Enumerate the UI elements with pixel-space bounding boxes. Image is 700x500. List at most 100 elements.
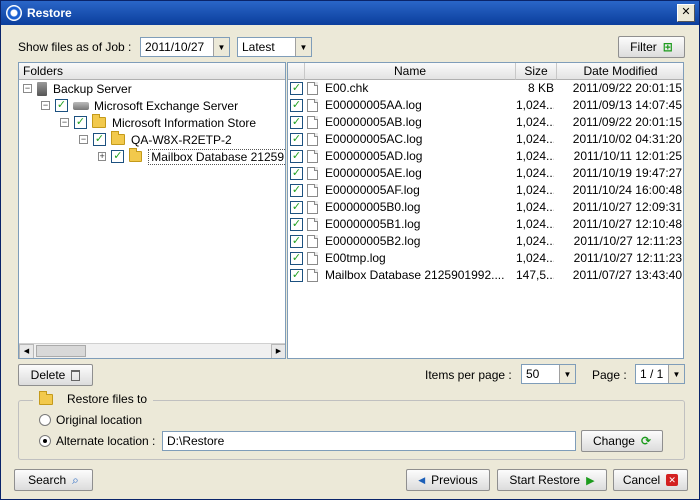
file-date: 2011/09/22 20:01:15	[572, 115, 682, 129]
collapse-icon[interactable]: −	[41, 101, 50, 110]
checkbox[interactable]: ✓	[74, 116, 87, 129]
job-date-select[interactable]: 2011/10/27 ▼	[140, 37, 230, 57]
add-icon: ⊞	[662, 40, 673, 54]
alternate-location-option[interactable]: Alternate location :	[39, 434, 155, 448]
file-name: E00.chk	[325, 81, 369, 95]
table-row[interactable]: ✓ E00000005AD.log 1,024... 2011/10/11 12:01…	[288, 148, 682, 165]
row-checkbox[interactable]: ✓	[290, 133, 308, 146]
checkbox[interactable]: ✓	[55, 99, 68, 112]
checkbox[interactable]: ✓	[93, 133, 106, 146]
table-row[interactable]: ✓ E00000005AE.log 1,024... 2011/10/19 19:47…	[288, 165, 682, 182]
page-label: Page :	[592, 368, 627, 382]
file-name: E00000005AA.log	[325, 98, 422, 112]
chevron-down-icon[interactable]: ▼	[559, 365, 575, 383]
row-checkbox[interactable]: ✓	[290, 184, 308, 197]
file-date: 2011/10/27 12:10:48	[572, 217, 682, 231]
table-row[interactable]: ✓ E00000005AA.log 1,024... 2011/09/13 14:07…	[288, 97, 682, 114]
file-size: 1,024...	[516, 149, 554, 163]
change-button[interactable]: Change ⟳	[581, 430, 663, 452]
table-row[interactable]: ✓ E00000005B0.log 1,024... 2011/10/27 12:09…	[288, 199, 682, 216]
file-date: 2011/10/27 12:11:23	[573, 251, 682, 265]
job-date-value: 2011/10/27	[145, 40, 205, 54]
collapse-icon[interactable]: −	[60, 118, 69, 127]
file-size: 1,024...	[516, 183, 554, 197]
row-checkbox[interactable]: ✓	[290, 116, 308, 129]
refresh-icon: ⟳	[640, 434, 652, 448]
original-location-label: Original location	[56, 413, 143, 427]
file-date: 2011/10/24 16:00:48	[572, 183, 682, 197]
file-icon	[307, 167, 318, 180]
alternate-location-radio[interactable]	[39, 435, 51, 447]
tree-node-label: Backup Server	[53, 81, 132, 96]
chevron-down-icon[interactable]: ▼	[213, 38, 229, 56]
tree-node-backup-server[interactable]: − Backup Server	[23, 80, 132, 97]
row-checkbox[interactable]: ✓	[290, 269, 308, 282]
scroll-right-icon[interactable]: ▶	[271, 344, 285, 358]
table-row[interactable]: ✓ E00000005AC.log 1,024... 2011/10/02 04:31…	[288, 131, 682, 148]
table-row[interactable]: ✓ E00tmp.log 1,024... 2011/10/27 12:11:23	[288, 250, 682, 267]
items-per-page-value: 50	[526, 367, 540, 381]
cancel-button[interactable]: Cancel ✕	[613, 469, 688, 491]
table-row[interactable]: ✓ E00000005AF.log 1,024... 2011/10/24 16:00…	[288, 182, 682, 199]
size-column-header[interactable]: Size	[516, 63, 557, 80]
checkbox[interactable]: ✓	[111, 150, 125, 163]
alternate-location-input[interactable]: D:\Restore	[162, 431, 576, 451]
row-checkbox[interactable]: ✓	[290, 218, 308, 231]
select-all-header[interactable]	[288, 63, 305, 80]
row-checkbox[interactable]: ✓	[290, 150, 308, 163]
start-restore-button[interactable]: Start Restore ▶	[497, 469, 607, 491]
file-name: E00000005AC.log	[325, 132, 423, 146]
tree-horizontal-scrollbar[interactable]: ◀ ▶	[19, 343, 285, 358]
collapse-icon[interactable]: −	[23, 84, 32, 93]
collapse-icon[interactable]: −	[79, 135, 88, 144]
original-location-option[interactable]: Original location	[39, 413, 142, 427]
tree-node-mailbox-database[interactable]: + ✓ Mailbox Database 21259	[98, 148, 285, 165]
delete-button[interactable]: Delete	[18, 364, 93, 386]
row-checkbox[interactable]: ✓	[290, 252, 308, 265]
folder-icon	[111, 131, 125, 145]
row-checkbox[interactable]: ✓	[290, 82, 308, 95]
scroll-left-icon[interactable]: ◀	[19, 344, 34, 358]
row-checkbox[interactable]: ✓	[290, 235, 308, 248]
version-select[interactable]: Latest ▼	[237, 37, 312, 57]
table-row[interactable]: ✓ E00000005B1.log 1,024... 2011/10/27 12:10…	[288, 216, 682, 233]
original-location-radio[interactable]	[39, 414, 51, 426]
table-row[interactable]: ✓ E00000005AB.log 1,024... 2011/09/22 20:01…	[288, 114, 682, 131]
file-icon	[307, 184, 318, 197]
items-per-page-select[interactable]: 50 ▼	[521, 364, 576, 384]
file-size: 1,024...	[516, 132, 554, 146]
row-checkbox[interactable]: ✓	[290, 167, 308, 180]
date-column-header[interactable]: Date Modified	[557, 63, 683, 80]
scroll-thumb[interactable]	[36, 345, 86, 357]
title-bar: Restore ✕	[1, 1, 699, 25]
cancel-button-label: Cancel	[622, 473, 661, 487]
tree-node-label: Microsoft Information Store	[112, 115, 257, 130]
previous-button-label: Previous	[431, 473, 478, 487]
table-row[interactable]: ✓ E00000005B2.log 1,024... 2011/10/27 12:11…	[288, 233, 682, 250]
previous-button[interactable]: ◀ Previous	[406, 469, 490, 491]
tree-node-exchange-server[interactable]: − ✓ Microsoft Exchange Server	[41, 97, 238, 114]
page-select[interactable]: 1 / 1 ▼	[635, 364, 685, 384]
chevron-down-icon[interactable]: ▼	[295, 38, 311, 56]
filter-button[interactable]: Filter ⊞	[618, 36, 685, 58]
row-checkbox[interactable]: ✓	[290, 201, 308, 214]
expand-icon[interactable]: +	[98, 152, 107, 161]
items-per-page-label: Items per page :	[425, 368, 512, 382]
name-column-header[interactable]: Name	[305, 63, 516, 80]
restore-group-header: Restore files to	[33, 390, 154, 406]
table-row[interactable]: ✓ Mailbox Database 2125901992.... 147,5...…	[288, 267, 682, 284]
search-button[interactable]: Search ⌕	[14, 469, 93, 491]
folder-icon	[92, 114, 106, 128]
file-name: E00000005AE.log	[325, 166, 422, 180]
restore-group-label: Restore files to	[67, 392, 148, 406]
close-icon[interactable]: ✕	[677, 4, 695, 22]
file-icon	[307, 201, 318, 214]
tree-node-qa-server[interactable]: − ✓ QA-W8X-R2ETP-2	[79, 131, 232, 148]
tree-node-information-store[interactable]: − ✓ Microsoft Information Store	[60, 114, 256, 131]
table-row[interactable]: ✓ E00.chk 8 KB 2011/09/22 20:01:15	[288, 80, 682, 97]
file-icon	[307, 269, 318, 282]
chevron-down-icon[interactable]: ▼	[668, 365, 684, 383]
file-name: E00000005AF.log	[325, 183, 420, 197]
tree-node-label: Mailbox Database 21259	[148, 148, 285, 165]
row-checkbox[interactable]: ✓	[290, 99, 308, 112]
